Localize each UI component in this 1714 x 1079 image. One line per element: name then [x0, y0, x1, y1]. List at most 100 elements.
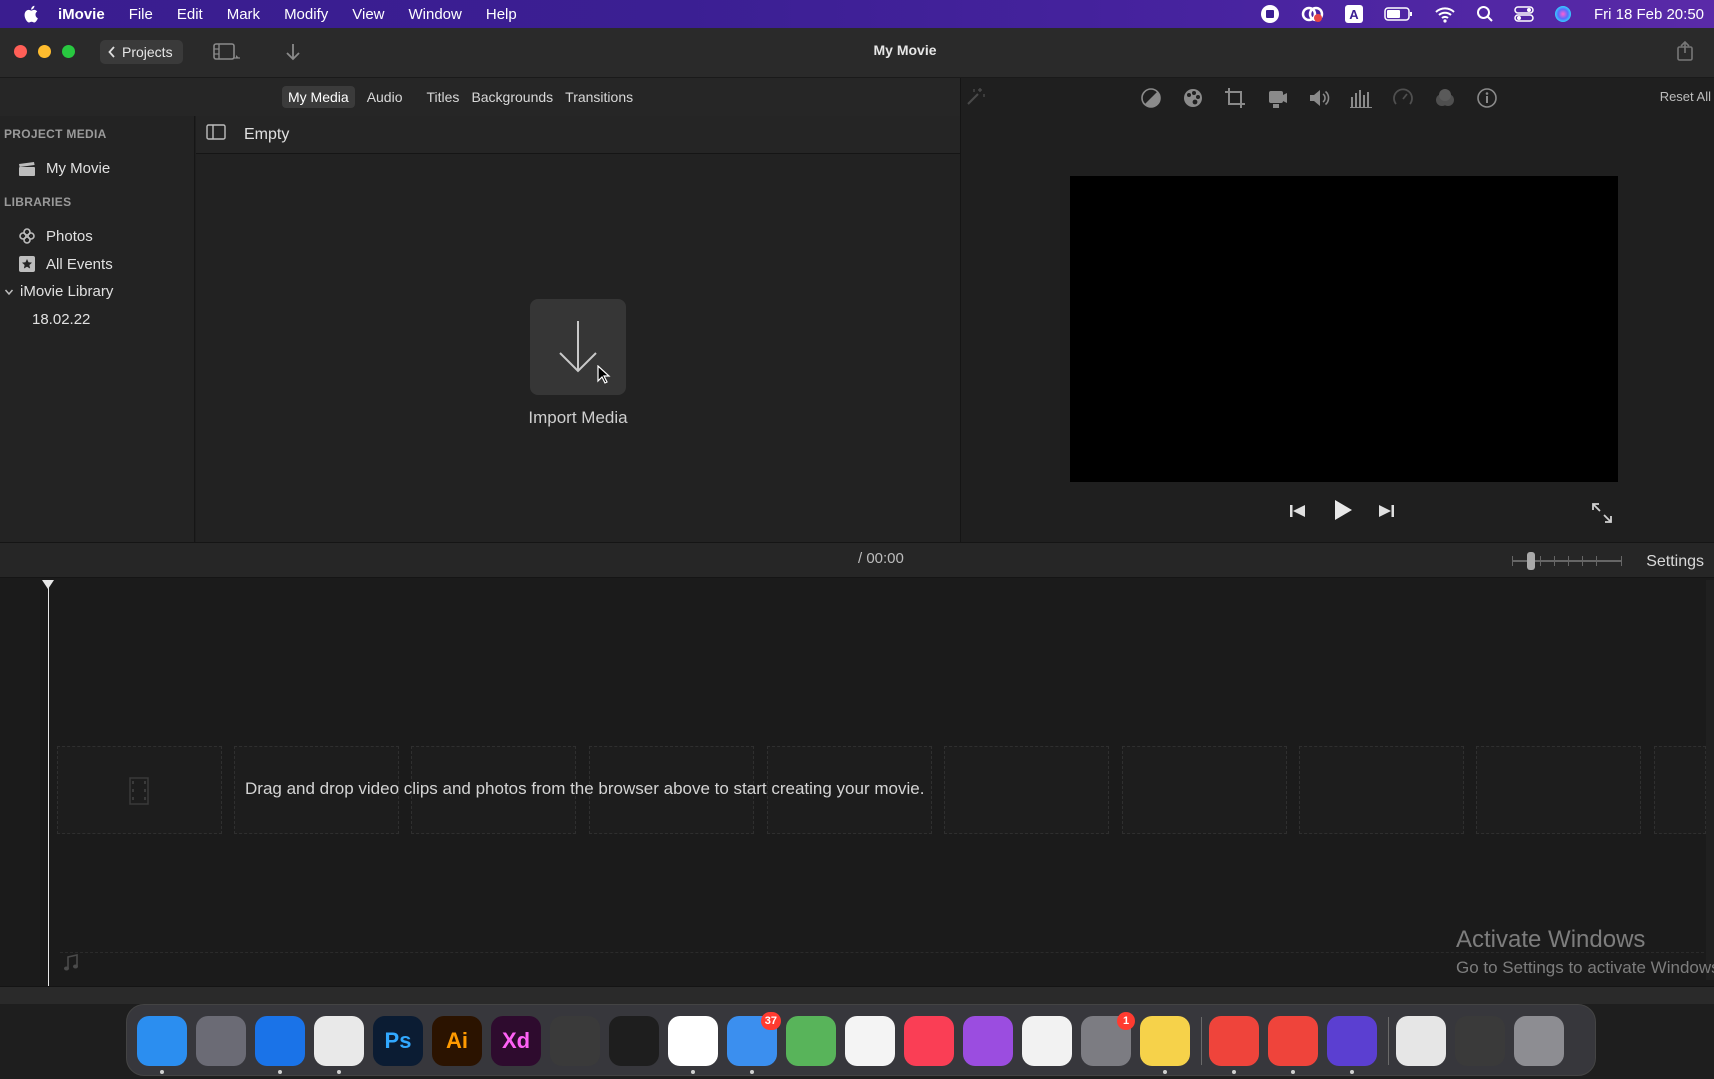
dock-app-mail[interactable]: 37 — [727, 1016, 777, 1066]
dock-app-numbers[interactable] — [1022, 1016, 1072, 1066]
media-browser: Import Media — [196, 154, 960, 542]
control-center-icon[interactable] — [1514, 5, 1534, 23]
sidebar-item-label: My Movie — [46, 160, 110, 177]
tab-backgrounds[interactable]: Backgrounds — [465, 86, 559, 108]
timeline-horizontal-scrollbar[interactable] — [0, 986, 1714, 1004]
tab-my-media[interactable]: My Media — [282, 86, 355, 108]
menu-window[interactable]: Window — [409, 6, 462, 23]
dock-app-chrome[interactable] — [314, 1016, 364, 1066]
download-arrow-icon — [556, 317, 600, 377]
color-balance-icon[interactable] — [1140, 87, 1162, 114]
auto-enhance-wand-icon[interactable] — [965, 87, 987, 112]
mouse-cursor-icon — [597, 365, 611, 385]
menu-bar: iMovie File Edit Mark Modify View Window… — [0, 0, 1714, 28]
skip-forward-icon[interactable] — [1376, 502, 1396, 525]
dock-app-blender[interactable] — [550, 1016, 600, 1066]
star-event-icon — [18, 255, 36, 273]
browser-filter-label: Empty — [244, 126, 289, 144]
dock-app-trash[interactable] — [1514, 1016, 1564, 1066]
reset-all-button[interactable]: Reset All — [1660, 89, 1711, 104]
timeline[interactable]: Drag and drop video clips and photos fro… — [0, 578, 1714, 986]
volume-speaker-icon[interactable] — [1308, 87, 1330, 114]
dock-app-messenger[interactable] — [668, 1016, 718, 1066]
dock-app-window-2[interactable] — [1455, 1016, 1505, 1066]
sidebar-item-event-18-02-22[interactable]: 18.02.22 — [32, 311, 90, 328]
import-media-label[interactable]: Import Media — [476, 408, 680, 428]
wifi-icon[interactable] — [1434, 5, 1456, 23]
import-media-button[interactable] — [530, 299, 626, 395]
equalizer-bars-icon[interactable] — [1350, 87, 1372, 114]
chevron-down-icon — [4, 287, 14, 297]
stabilization-camera-icon[interactable] — [1266, 87, 1288, 114]
window-title: My Movie — [0, 42, 1714, 58]
tab-audio[interactable]: Audio — [361, 86, 409, 108]
sidebar-item-all-events[interactable]: All Events — [18, 255, 113, 273]
dock-app-photos[interactable] — [845, 1016, 895, 1066]
timeline-vertical-scrollbar[interactable] — [1706, 580, 1714, 980]
dock-app-notes[interactable] — [1140, 1016, 1190, 1066]
spotlight-search-icon[interactable] — [1476, 5, 1494, 23]
fullscreen-expand-icon[interactable] — [1591, 502, 1613, 529]
siri-icon[interactable] — [1554, 5, 1572, 23]
color-correction-palette-icon[interactable] — [1182, 87, 1204, 114]
share-icon[interactable] — [1676, 40, 1694, 67]
play-icon[interactable] — [1331, 498, 1355, 527]
speed-gauge-icon[interactable] — [1392, 87, 1414, 114]
dock-app-maps[interactable] — [786, 1016, 836, 1066]
menu-modify[interactable]: Modify — [284, 6, 328, 23]
menu-clock[interactable]: Fri 18 Feb 20:50 — [1594, 6, 1704, 23]
dock-app-xd[interactable]: Xd — [491, 1016, 541, 1066]
dock-app-anydesk-2[interactable] — [1268, 1016, 1318, 1066]
timeline-drop-hint: Drag and drop video clips and photos fro… — [245, 779, 924, 799]
dock-app-podcasts[interactable] — [963, 1016, 1013, 1066]
dock-app-label: Ps — [385, 1028, 412, 1054]
menu-edit[interactable]: Edit — [177, 6, 203, 23]
dock-app-safari[interactable] — [255, 1016, 305, 1066]
activation-watermark-subtitle: Go to Settings to activate Windows. — [1456, 958, 1714, 978]
dock-badge: 1 — [1117, 1012, 1135, 1030]
dock-badge: 37 — [761, 1012, 781, 1030]
sidebar-item-imovie-library[interactable]: iMovie Library — [4, 283, 113, 300]
sidebar-item-my-movie[interactable]: My Movie — [18, 160, 110, 177]
timecode-display: / 00:00 — [858, 550, 904, 567]
timeline-zoom-knob[interactable] — [1527, 552, 1535, 570]
apple-menu-icon[interactable] — [22, 5, 40, 23]
sidebar-item-label: 18.02.22 — [32, 311, 90, 328]
sidebar-toggle-icon[interactable] — [206, 124, 226, 145]
timeline-settings-button[interactable]: Settings — [1646, 553, 1704, 571]
tab-transitions[interactable]: Transitions — [559, 86, 639, 108]
dock-app-music[interactable] — [904, 1016, 954, 1066]
dock-app-label: Ai — [446, 1028, 468, 1054]
dock-separator — [1201, 1017, 1202, 1065]
zoom-tick — [1554, 556, 1555, 566]
video-filter-icon[interactable] — [1434, 87, 1456, 114]
dock-separator — [1388, 1017, 1389, 1065]
info-icon[interactable] — [1476, 87, 1498, 114]
timeline-placeholder-slot — [1122, 746, 1287, 834]
screen-record-icon[interactable] — [1260, 4, 1280, 24]
dock-app-illustrator[interactable]: Ai — [432, 1016, 482, 1066]
input-source-icon[interactable]: A — [1344, 4, 1364, 24]
dock-app-photoshop[interactable]: Ps — [373, 1016, 423, 1066]
menu-help[interactable]: Help — [486, 6, 517, 23]
battery-icon[interactable] — [1384, 6, 1414, 22]
dock-app-vectornator[interactable] — [609, 1016, 659, 1066]
tab-titles[interactable]: Titles — [421, 86, 466, 108]
dock-app-launchpad[interactable] — [196, 1016, 246, 1066]
menu-mark[interactable]: Mark — [227, 6, 260, 23]
menu-app-name[interactable]: iMovie — [58, 6, 105, 23]
sidebar-item-photos[interactable]: Photos — [18, 227, 93, 245]
crop-icon[interactable] — [1224, 87, 1246, 114]
dock-app-anydesk[interactable] — [1209, 1016, 1259, 1066]
menu-file[interactable]: File — [129, 6, 153, 23]
skip-back-icon[interactable] — [1288, 502, 1308, 525]
dock-running-indicator — [337, 1070, 341, 1074]
creative-cloud-icon[interactable] — [1300, 4, 1324, 24]
dock-app-preview-window[interactable] — [1396, 1016, 1446, 1066]
dock-app-system-preferences[interactable]: 1 — [1081, 1016, 1131, 1066]
playhead[interactable] — [48, 582, 49, 988]
dock-app-finder[interactable] — [137, 1016, 187, 1066]
menu-view[interactable]: View — [352, 6, 384, 23]
dock-app-imovie[interactable] — [1327, 1016, 1377, 1066]
timeline-placeholder-slot — [1476, 746, 1641, 834]
